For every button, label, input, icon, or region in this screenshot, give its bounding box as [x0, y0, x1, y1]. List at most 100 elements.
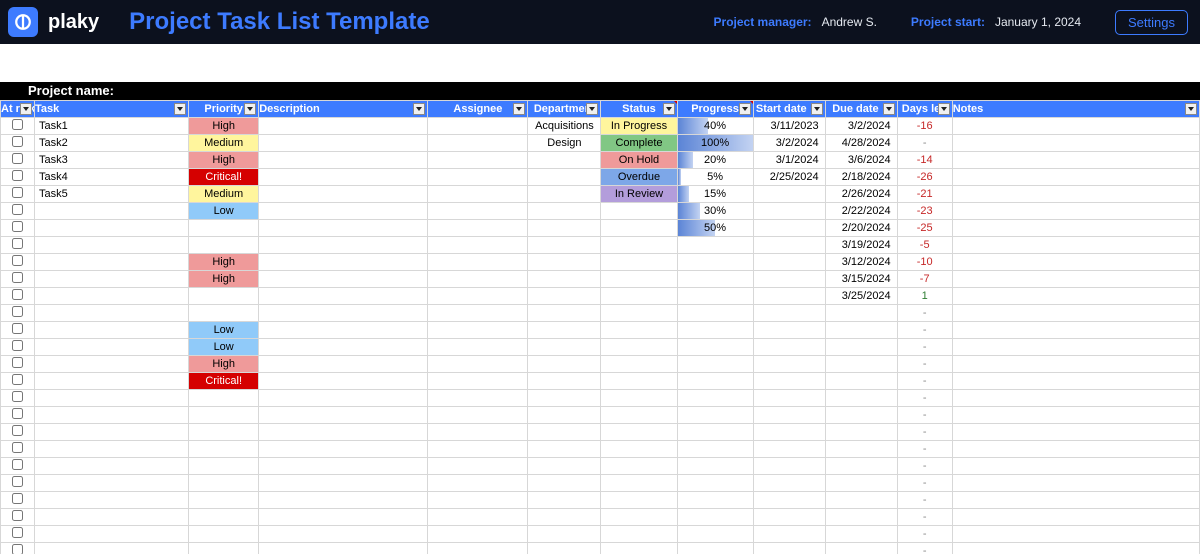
department-cell[interactable] — [528, 390, 601, 407]
due-date-cell[interactable] — [825, 424, 897, 441]
progress-cell[interactable] — [677, 492, 753, 509]
at-risk-checkbox[interactable] — [12, 459, 23, 470]
priority-cell[interactable] — [189, 424, 259, 441]
assignee-cell[interactable] — [428, 135, 528, 152]
assignee-cell[interactable] — [428, 305, 528, 322]
progress-cell[interactable] — [677, 441, 753, 458]
progress-cell[interactable] — [677, 271, 753, 288]
priority-cell[interactable]: High — [189, 254, 259, 271]
description-cell[interactable] — [259, 220, 428, 237]
status-cell[interactable]: Overdue — [601, 169, 677, 186]
notes-cell[interactable] — [952, 526, 1199, 543]
department-cell[interactable] — [528, 254, 601, 271]
assignee-cell[interactable] — [428, 373, 528, 390]
assignee-cell[interactable] — [428, 407, 528, 424]
at-risk-checkbox[interactable] — [12, 323, 23, 334]
col-start-date[interactable]: Start date — [753, 101, 825, 118]
assignee-cell[interactable] — [428, 458, 528, 475]
notes-cell[interactable] — [952, 424, 1199, 441]
progress-cell[interactable] — [677, 254, 753, 271]
progress-cell[interactable]: 5% — [677, 169, 753, 186]
notes-cell[interactable] — [952, 288, 1199, 305]
due-date-cell[interactable] — [825, 458, 897, 475]
days-left-cell[interactable]: -16 — [897, 118, 952, 135]
assignee-cell[interactable] — [428, 441, 528, 458]
start-date-cell[interactable] — [753, 543, 825, 554]
description-cell[interactable] — [259, 186, 428, 203]
department-cell[interactable] — [528, 407, 601, 424]
department-cell[interactable] — [528, 271, 601, 288]
task-cell[interactable] — [35, 458, 189, 475]
at-risk-checkbox[interactable] — [12, 544, 23, 554]
days-left-cell[interactable]: - — [897, 424, 952, 441]
priority-cell[interactable] — [189, 475, 259, 492]
task-cell[interactable]: Task5 — [35, 186, 189, 203]
task-cell[interactable] — [35, 390, 189, 407]
at-risk-checkbox[interactable] — [12, 493, 23, 504]
priority-cell[interactable] — [189, 492, 259, 509]
at-risk-checkbox[interactable] — [12, 289, 23, 300]
at-risk-checkbox[interactable] — [12, 170, 23, 181]
filter-icon[interactable] — [938, 103, 950, 115]
filter-icon[interactable] — [663, 103, 675, 115]
start-date-cell[interactable] — [753, 441, 825, 458]
department-cell[interactable] — [528, 373, 601, 390]
progress-cell[interactable] — [677, 339, 753, 356]
progress-cell[interactable]: 40% — [677, 118, 753, 135]
status-cell[interactable] — [601, 526, 677, 543]
status-cell[interactable] — [601, 458, 677, 475]
filter-icon[interactable] — [811, 103, 823, 115]
notes-cell[interactable] — [952, 322, 1199, 339]
assignee-cell[interactable] — [428, 424, 528, 441]
task-cell[interactable] — [35, 356, 189, 373]
status-cell[interactable]: Complete — [601, 135, 677, 152]
days-left-cell[interactable]: -14 — [897, 152, 952, 169]
assignee-cell[interactable] — [428, 390, 528, 407]
filter-icon[interactable] — [1185, 103, 1197, 115]
task-cell[interactable] — [35, 288, 189, 305]
status-cell[interactable]: In Progress — [601, 118, 677, 135]
at-risk-checkbox[interactable] — [12, 425, 23, 436]
at-risk-checkbox[interactable] — [12, 476, 23, 487]
at-risk-checkbox[interactable] — [12, 374, 23, 385]
task-cell[interactable] — [35, 441, 189, 458]
col-priority[interactable]: Priority — [189, 101, 259, 118]
department-cell[interactable] — [528, 475, 601, 492]
priority-cell[interactable]: Low — [189, 322, 259, 339]
status-cell[interactable] — [601, 407, 677, 424]
notes-cell[interactable] — [952, 356, 1199, 373]
start-date-cell[interactable] — [753, 254, 825, 271]
at-risk-checkbox[interactable] — [12, 119, 23, 130]
description-cell[interactable] — [259, 356, 428, 373]
days-left-cell[interactable]: -21 — [897, 186, 952, 203]
due-date-cell[interactable]: 3/25/2024 — [825, 288, 897, 305]
assignee-cell[interactable] — [428, 509, 528, 526]
start-date-cell[interactable] — [753, 390, 825, 407]
col-due-date[interactable]: Due date — [825, 101, 897, 118]
assignee-cell[interactable] — [428, 186, 528, 203]
at-risk-checkbox[interactable] — [12, 527, 23, 538]
start-date-cell[interactable] — [753, 203, 825, 220]
at-risk-checkbox[interactable] — [12, 306, 23, 317]
start-date-cell[interactable] — [753, 305, 825, 322]
notes-cell[interactable] — [952, 186, 1199, 203]
department-cell[interactable] — [528, 169, 601, 186]
due-date-cell[interactable] — [825, 390, 897, 407]
department-cell[interactable] — [528, 509, 601, 526]
priority-cell[interactable]: Medium — [189, 186, 259, 203]
days-left-cell[interactable]: -7 — [897, 271, 952, 288]
filter-icon[interactable] — [739, 103, 751, 115]
status-cell[interactable] — [601, 220, 677, 237]
filter-icon[interactable] — [413, 103, 425, 115]
department-cell[interactable] — [528, 492, 601, 509]
task-cell[interactable] — [35, 322, 189, 339]
status-cell[interactable] — [601, 373, 677, 390]
progress-cell[interactable] — [677, 509, 753, 526]
notes-cell[interactable] — [952, 373, 1199, 390]
days-left-cell[interactable]: - — [897, 356, 952, 373]
assignee-cell[interactable] — [428, 237, 528, 254]
status-cell[interactable] — [601, 305, 677, 322]
days-left-cell[interactable]: - — [897, 526, 952, 543]
priority-cell[interactable]: Low — [189, 339, 259, 356]
due-date-cell[interactable]: 4/28/2024 — [825, 135, 897, 152]
